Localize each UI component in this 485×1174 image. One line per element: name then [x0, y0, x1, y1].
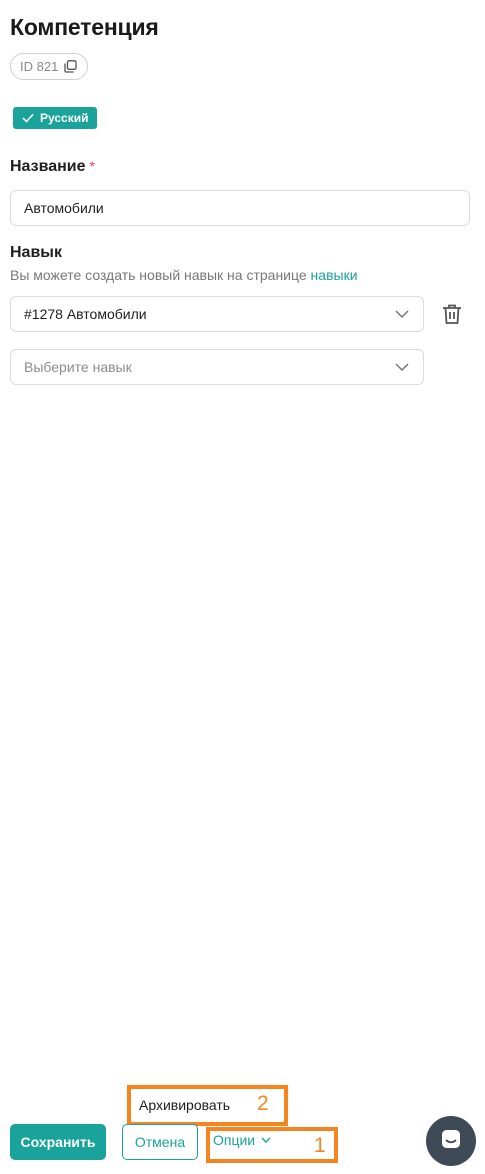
skill-hint-text: Вы можете создать новый навык на страниц…: [10, 267, 311, 283]
language-badge[interactable]: Русский: [13, 107, 97, 129]
annotation-number-2: 2: [257, 1092, 269, 1115]
name-label-text: Название: [10, 158, 86, 175]
name-label: Название *: [10, 158, 95, 176]
check-icon: [22, 113, 34, 123]
chat-icon: [440, 1128, 462, 1155]
required-mark: *: [89, 158, 95, 174]
chevron-down-icon: [395, 363, 409, 371]
skill-select[interactable]: #1278 Автомобили: [10, 296, 424, 332]
name-input-value: Автомобили: [24, 200, 104, 216]
skill-select-empty[interactable]: Выберите навык: [10, 349, 424, 385]
cancel-button[interactable]: Отмена: [122, 1124, 198, 1160]
chevron-down-icon: [395, 310, 409, 318]
skill-select-value: #1278 Автомобили: [24, 306, 147, 322]
id-chip[interactable]: ID 821: [10, 53, 88, 80]
skill-label: Навык: [10, 244, 62, 261]
copy-icon[interactable]: [64, 60, 77, 73]
id-label: ID 821: [20, 59, 59, 74]
annotation-number-1: 1: [314, 1134, 326, 1157]
chat-button[interactable]: [426, 1116, 476, 1166]
save-button[interactable]: Сохранить: [10, 1124, 106, 1160]
page-title: Компетенция: [10, 14, 159, 40]
trash-icon[interactable]: [440, 302, 464, 326]
skill-select-placeholder: Выберите навык: [24, 359, 132, 375]
language-label: Русский: [40, 111, 89, 125]
skills-link[interactable]: навыки: [311, 267, 358, 283]
skill-hint: Вы можете создать новый навык на страниц…: [10, 267, 358, 283]
name-input[interactable]: Автомобили: [10, 190, 470, 226]
